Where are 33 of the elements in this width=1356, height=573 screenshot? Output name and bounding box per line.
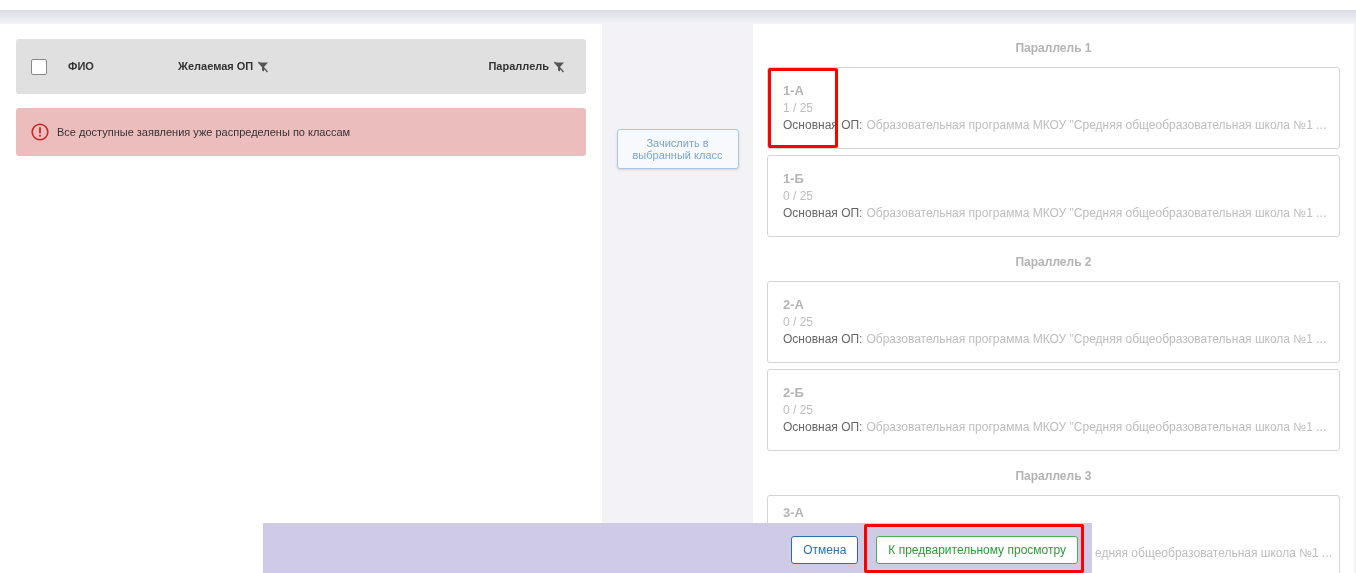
alert-icon — [31, 123, 49, 141]
program-name: едняя общеобразовательная школа №1 ... — [1095, 545, 1333, 562]
program-label: Основная ОП: — [783, 331, 863, 348]
program-name: Образовательная программа МКОУ "Средняя общеобразовательная школа №1 ... — [866, 419, 1327, 436]
column-header: Желаемая ОП — [178, 59, 254, 75]
class-name: 1-А — [783, 82, 804, 100]
class-capacity: 1 / 25 — [783, 100, 814, 117]
alert-message: Все доступные заявления уже распределены по классам — [57, 124, 351, 140]
column-header: Параллель — [488, 59, 549, 75]
program-name: Образовательная программа МКОУ "Средняя общеобразовательная школа №1 ... — [866, 331, 1327, 348]
filter-off-icon[interactable] — [553, 60, 565, 73]
program-label: Основная ОП: — [783, 205, 863, 222]
program-name: Образовательная программа МКОУ "Средняя общеобразовательная школа №1 ... — [866, 205, 1327, 222]
class-name: 3-А — [783, 504, 804, 522]
parallel-title: Параллель 3 — [1015, 468, 1092, 485]
program-name: Образовательная программа МКОУ "Средняя общеобразовательная школа №1 ... — [866, 117, 1327, 134]
class-card[interactable]: 1-Б 0 / 25 Основная ОП: Образовательная программа МКОУ "Средняя общеобразовательная школа №1 ... — [767, 155, 1340, 237]
class-name: 1-Б — [783, 170, 804, 188]
class-capacity: 0 / 25 — [783, 188, 814, 205]
column-header: ФИО — [68, 59, 94, 75]
class-name: 2-А — [783, 296, 804, 314]
class-capacity: 0 / 25 — [783, 402, 814, 419]
select-all-checkbox[interactable] — [31, 58, 47, 75]
parallel-title: Параллель 1 — [1015, 40, 1092, 57]
preview-button[interactable]: К предварительному просмотру — [876, 536, 1078, 564]
parallel-title: Параллель 2 — [1015, 254, 1092, 271]
class-capacity: 0 / 25 — [783, 314, 814, 331]
class-card[interactable]: 2-А 0 / 25 Основная ОП: Образовательная программа МКОУ "Средняя общеобразовательная школа №1 ... — [767, 281, 1340, 363]
program-label: Основная ОП: — [783, 419, 863, 436]
filter-off-icon[interactable] — [257, 60, 270, 73]
class-card[interactable]: 2-Б 0 / 25 Основная ОП: Образовательная программа МКОУ "Средняя общеобразовательная школа №1 ... — [767, 369, 1340, 451]
class-name: 2-Б — [783, 384, 804, 402]
cancel-button[interactable]: Отмена — [791, 536, 859, 564]
